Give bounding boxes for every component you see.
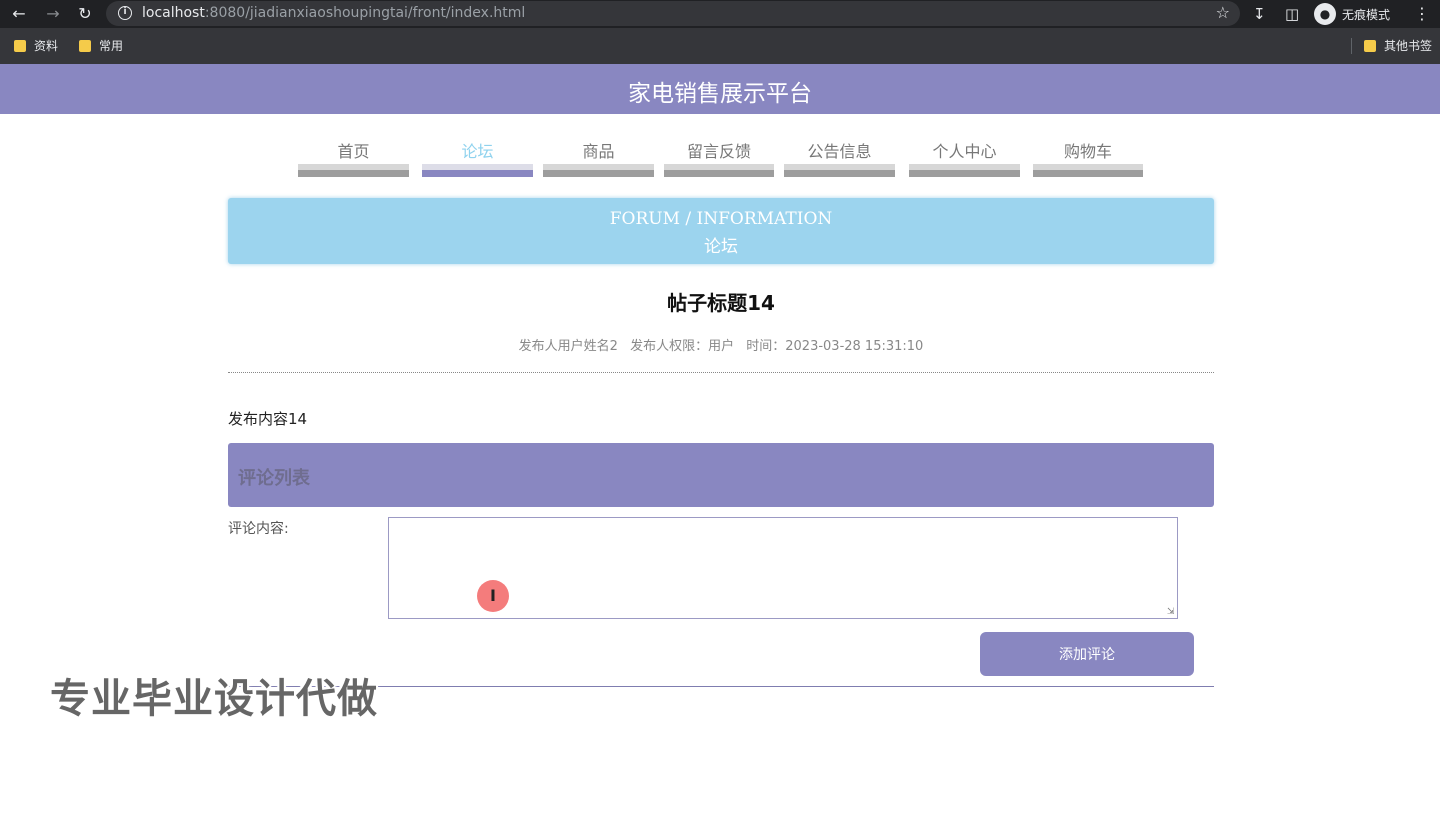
browser-toolbar: ← → ↻ i localhost:8080/jiadianxiaoshoupi…	[0, 0, 1440, 28]
nav-item-forum[interactable]: 论坛	[422, 134, 533, 178]
nav-underline-base	[1033, 170, 1143, 177]
nav-underline-base	[543, 170, 654, 177]
address-bar[interactable]: i localhost:8080/jiadianxiaoshoupingtai/…	[106, 1, 1240, 26]
nav-item-home[interactable]: 首页	[298, 134, 409, 178]
url-path: :8080/jiadianxiaoshoupingtai/front/index…	[204, 5, 526, 21]
add-comment-button[interactable]: 添加评论	[980, 632, 1194, 676]
bookmarks-bar: 资料 常用 其他书签	[0, 28, 1440, 64]
incognito-label: 无痕模式	[1342, 7, 1391, 22]
folder-icon	[1364, 39, 1376, 52]
post-time: 时间：2023-03-28 15:31:10	[746, 339, 924, 354]
resize-grip-icon[interactable]: ⇲	[1167, 608, 1176, 617]
bookmark-label: 资料	[34, 39, 59, 53]
nav-underline-base	[909, 170, 1020, 177]
comment-list-header: 评论列表	[228, 443, 1214, 507]
site-header: 家电销售展示平台	[0, 64, 1440, 114]
post-content: 发布内容14	[228, 410, 308, 428]
side-panel-icon[interactable]: ◫	[1285, 3, 1299, 25]
nav-label: 公告信息	[807, 142, 872, 161]
post-author: 发布人用户姓名2	[518, 339, 618, 354]
nav-label: 个人中心	[932, 142, 997, 161]
bookmark-separator	[1351, 38, 1352, 54]
nav-underline-base	[298, 170, 409, 177]
browser-menu-icon[interactable]: ⋮	[1414, 3, 1430, 25]
section-banner: FORUM / INFORMATION 论坛	[228, 198, 1214, 264]
nav-label: 商品	[582, 142, 615, 161]
url-text[interactable]: localhost:8080/jiadianxiaoshoupingtai/fr…	[142, 5, 525, 21]
forward-icon[interactable]: →	[42, 3, 64, 25]
incognito-icon: ●	[1314, 3, 1336, 25]
bookmark-folder-ziliao[interactable]: 资料	[14, 37, 58, 54]
post-role: 发布人权限：用户	[630, 339, 735, 354]
bookmark-label: 其他书签	[1384, 39, 1433, 53]
nav-label: 论坛	[461, 142, 494, 161]
post-title: 帖子标题14	[667, 291, 775, 315]
nav-underline-base	[784, 170, 895, 177]
download-icon[interactable]: ↧	[1253, 3, 1266, 25]
nav-label: 留言反馈	[686, 142, 751, 161]
bookmark-folder-changyong[interactable]: 常用	[79, 37, 123, 54]
watermark-text: 专业毕业设计代做	[50, 676, 378, 722]
folder-icon	[14, 39, 26, 52]
folder-icon	[79, 39, 91, 52]
nav-item-announcements[interactable]: 公告信息	[784, 134, 895, 178]
bookmark-folder-other[interactable]: 其他书签	[1364, 37, 1432, 54]
reload-icon[interactable]: ↻	[74, 3, 96, 25]
nav-label: 首页	[337, 142, 370, 161]
url-host: localhost	[142, 5, 205, 21]
nav-item-profile[interactable]: 个人中心	[909, 134, 1020, 178]
banner-english: FORUM / INFORMATION	[609, 209, 833, 229]
comment-list-title: 评论列表	[238, 468, 310, 489]
nav-underline-base	[422, 170, 533, 177]
site-title: 家电销售展示平台	[628, 81, 812, 107]
nav-item-feedback[interactable]: 留言反馈	[664, 134, 774, 178]
comment-content-label: 评论内容:	[228, 521, 289, 537]
post-divider	[228, 372, 1214, 373]
text-cursor-icon: I	[477, 580, 509, 612]
bookmark-star-icon[interactable]: ☆	[1216, 3, 1230, 22]
bookmark-label: 常用	[99, 39, 124, 53]
nav-label: 购物车	[1063, 142, 1112, 161]
site-info-icon[interactable]: i	[118, 6, 132, 20]
nav-item-products[interactable]: 商品	[543, 134, 654, 178]
nav-item-cart[interactable]: 购物车	[1033, 134, 1143, 178]
banner-chinese: 论坛	[704, 237, 738, 257]
nav-underline-base	[664, 170, 774, 177]
back-icon[interactable]: ←	[8, 3, 30, 25]
post-meta: 发布人用户姓名2 发布人权限：用户 时间：2023-03-28 15:31:10	[228, 335, 1214, 354]
incognito-indicator[interactable]: ● 无痕模式	[1314, 3, 1390, 25]
